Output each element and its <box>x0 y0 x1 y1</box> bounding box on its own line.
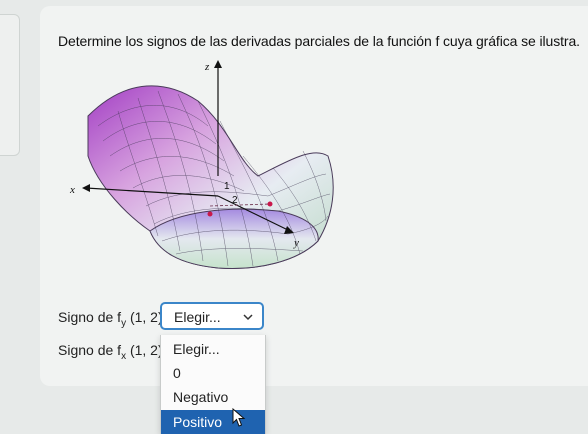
x-axis-arrow <box>82 184 90 192</box>
option-elegir[interactable]: Elegir... <box>161 337 265 361</box>
z-axis-label: z <box>204 61 210 73</box>
previous-question-card: o <box>0 14 20 156</box>
point-on-surface <box>267 201 273 207</box>
point-x-label: 1 <box>224 181 230 192</box>
surface-graph: z x y 1 2 <box>69 60 334 269</box>
z-axis-arrow <box>214 60 222 68</box>
row-label-fx: Signo de fx (1, 2) <box>58 342 163 362</box>
point-y-label: 2 <box>232 195 238 206</box>
row-fy-prefix: Signo de f <box>58 309 122 325</box>
x-axis-label: x <box>69 184 75 196</box>
row-label-fy: Signo de fy (1, 2) <box>58 309 163 329</box>
option-positivo[interactable]: Positivo <box>161 410 265 434</box>
option-negativo[interactable]: Negativo <box>161 385 265 409</box>
row-fx-args: (1, 2) <box>126 342 163 358</box>
surface-front <box>149 208 319 269</box>
select-fx-dropdown[interactable]: Elegir... 0 Negativo Positivo <box>160 335 266 434</box>
row-fy-args: (1, 2) <box>126 309 163 325</box>
row-fx-prefix: Signo de f <box>58 342 122 358</box>
option-zero[interactable]: 0 <box>161 361 265 385</box>
chevron-down-icon <box>243 314 253 321</box>
select-fy-value: Elegir... <box>174 309 221 325</box>
question-text: Determine los signos de las derivadas pa… <box>58 33 580 49</box>
mouse-cursor-icon <box>232 408 246 427</box>
point-on-plane <box>207 211 213 217</box>
y-axis-label: y <box>293 237 299 249</box>
select-fy[interactable]: Elegir... <box>160 302 264 330</box>
